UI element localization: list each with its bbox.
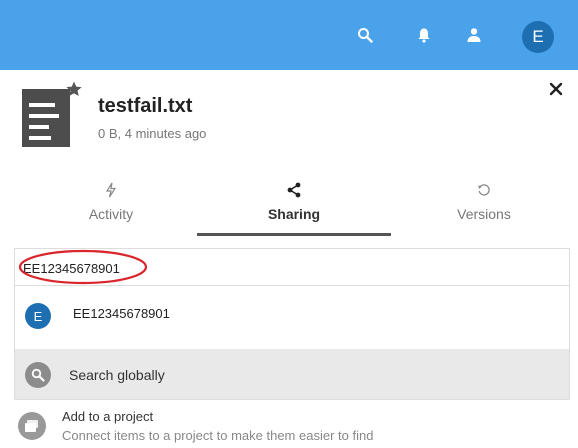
- tab-versions[interactable]: Versions: [393, 182, 575, 234]
- tab-versions-label: Versions: [457, 206, 511, 222]
- share-icon: [286, 182, 302, 203]
- file-name: testfail.txt: [98, 95, 193, 117]
- add-to-project-title[interactable]: Add to a project: [62, 409, 153, 424]
- top-header-bar: E: [0, 0, 578, 70]
- user-avatar[interactable]: E: [522, 21, 554, 53]
- tab-sharing[interactable]: Sharing: [203, 182, 385, 234]
- search-globally-label: Search globally: [69, 367, 165, 383]
- project-icon[interactable]: [18, 412, 46, 440]
- result-avatar: E: [25, 303, 51, 329]
- history-icon: [477, 183, 491, 202]
- share-search-input[interactable]: [23, 257, 423, 279]
- result-avatar-initial: E: [33, 308, 43, 324]
- contacts-icon[interactable]: [466, 26, 484, 44]
- star-icon[interactable]: [65, 80, 83, 98]
- flash-icon: [105, 182, 117, 203]
- autocomplete-result[interactable]: E EE12345678901: [15, 286, 569, 342]
- tab-activity-label: Activity: [88, 206, 134, 222]
- search-icon: [25, 362, 51, 388]
- search-icon[interactable]: [356, 26, 374, 44]
- autocomplete-dropdown: E EE12345678901 Search globally: [14, 285, 570, 400]
- tab-activity[interactable]: Activity: [20, 182, 202, 234]
- add-to-project-description: Connect items to a project to make them …: [62, 428, 374, 443]
- result-name: EE12345678901: [73, 306, 170, 321]
- active-tab-indicator: [197, 233, 391, 236]
- share-input-container: [14, 248, 570, 286]
- tab-sharing-label: Sharing: [267, 206, 321, 222]
- file-meta: 0 B, 4 minutes ago: [98, 126, 207, 141]
- user-avatar-initial: E: [532, 27, 544, 46]
- search-globally-button[interactable]: Search globally: [15, 349, 569, 399]
- bell-icon[interactable]: [415, 26, 433, 44]
- close-icon: [549, 82, 563, 101]
- sharing-sidebar: E testfail.txt 0 B, 4 minutes ago Activi…: [0, 0, 578, 448]
- close-button[interactable]: [545, 80, 567, 102]
